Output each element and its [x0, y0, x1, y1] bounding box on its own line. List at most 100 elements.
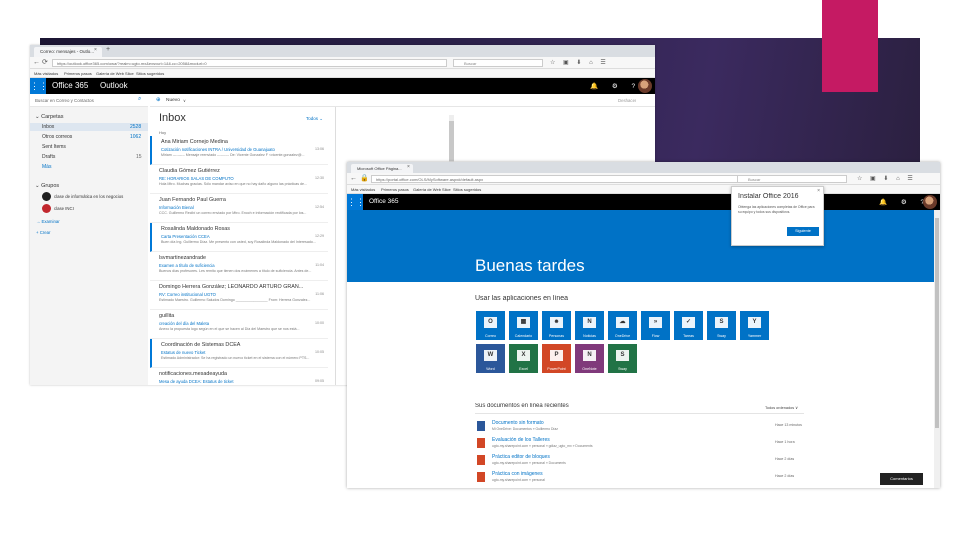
- app-icon: ☻: [550, 317, 563, 328]
- browser-search-field[interactable]: Buscar: [453, 59, 543, 67]
- bookmark-getting-started[interactable]: Primeros pasos: [64, 71, 92, 76]
- message-preview: Hola Mtro. Muchas gracias. Sólo mandar a…: [159, 182, 308, 186]
- back-icon[interactable]: ←: [350, 175, 357, 182]
- bookmark-web-slice[interactable]: Galería de Web Slice: [96, 71, 134, 76]
- slide: Correo: mensajes - Outlo... × + ← ⟳ http…: [0, 0, 960, 540]
- document-name[interactable]: Evaluación de los Talleres: [492, 437, 550, 443]
- app-tile-tareas[interactable]: ✓ Tareas: [674, 311, 703, 340]
- document-name[interactable]: Práctica editor de bloques: [492, 454, 550, 460]
- app-launcher-icon[interactable]: ⋮⋮: [30, 78, 48, 94]
- app-tile-sway[interactable]: S Sway: [707, 311, 736, 340]
- page-scrollbar[interactable]: [934, 210, 940, 488]
- search-icon[interactable]: ⌕: [138, 96, 141, 103]
- close-icon[interactable]: ×: [817, 188, 820, 194]
- folder-drafts[interactable]: Drafts: [42, 154, 55, 160]
- message-row[interactable]: notificaciones.mesadeayuda Mesa de ayuda …: [150, 368, 328, 385]
- groups-header[interactable]: ⌄ Grupos: [35, 183, 59, 189]
- avatar[interactable]: [923, 195, 937, 209]
- document-row[interactable]: Práctica editor de bloques ugto-my.sharep…: [475, 453, 805, 470]
- document-row[interactable]: Práctica con imágenes ugto-my.sharepoint.…: [475, 470, 805, 487]
- documents-sort-dropdown[interactable]: Todos ordenados ∨: [765, 405, 798, 410]
- document-row[interactable]: Evaluación de los Talleres ugto-my.sharep…: [475, 436, 805, 453]
- message-row[interactable]: guillita creación del día del Maleta Anexo…: [150, 310, 328, 339]
- folder-sent[interactable]: Sent Items: [42, 144, 66, 150]
- popup-next-button[interactable]: Siguiente: [787, 227, 819, 236]
- message-row[interactable]: Domingo Herrera González; LEONARDO ARTUR…: [150, 281, 328, 310]
- message-subject: Carta Presentación CCEA: [161, 234, 210, 239]
- header-icons[interactable]: 🔔 ⚙ ?: [590, 82, 641, 90]
- feedback-button[interactable]: Comentarios: [880, 473, 923, 485]
- create-group-link[interactable]: + Crear: [36, 230, 50, 235]
- address-bar[interactable]: https://outlook.office365.com/owa/?realm…: [52, 59, 447, 67]
- app-tile-powerpoint[interactable]: P PowerPoint: [542, 344, 571, 373]
- browser-search-field[interactable]: Buscar: [737, 175, 847, 183]
- mail-search-row[interactable]: Buscar en Correo y Contactos ⌕: [30, 94, 148, 107]
- new-dropdown-icon[interactable]: ∨: [183, 98, 186, 103]
- bookmark-web-slice[interactable]: Galería de Web Slice: [413, 187, 451, 192]
- message-row[interactable]: Claudia Gómez Gutiérrez RE: HORARIOS SALA…: [150, 165, 328, 194]
- message-row[interactable]: lsvmartinezandrade Examen a título de suf…: [150, 252, 328, 281]
- filter-dropdown[interactable]: Todos ⌄: [306, 116, 323, 122]
- tab-close-icon[interactable]: ×: [407, 164, 410, 170]
- document-date: Hace 1 hora: [775, 440, 795, 444]
- app-tile-correo[interactable]: O Correo: [476, 311, 505, 340]
- document-row[interactable]: Documento sin formato Mi OneDrive: Docume…: [475, 419, 805, 436]
- folder-inbox-count: 2528: [130, 124, 142, 130]
- new-tab-icon[interactable]: +: [106, 46, 110, 53]
- app-label: Excel: [519, 367, 528, 371]
- new-button[interactable]: Nuevo: [166, 98, 180, 103]
- app-tile-onedrive[interactable]: ☁ OneDrive: [608, 311, 637, 340]
- message-row[interactable]: Ana Miriam Cornejo Medina Cotización noti…: [150, 136, 328, 165]
- browser-tab-outlook[interactable]: Correo: mensajes - Outlo...: [34, 47, 102, 57]
- refresh-icon[interactable]: ⟳: [42, 59, 48, 66]
- office-portal-browser-window: Microsoft Office Página... × ← 🔒 https:/…: [347, 162, 940, 488]
- discover-groups-link[interactable]: → Examinar: [36, 219, 60, 224]
- document-name[interactable]: Práctica con imágenes: [492, 471, 543, 477]
- app-tile-personas[interactable]: ☻ Personas: [542, 311, 571, 340]
- group-item[interactable]: clase INCI: [54, 206, 74, 211]
- bookmark-suggested[interactable]: Sitios sugeridos: [136, 71, 164, 76]
- lock-icon: 🔒: [360, 175, 369, 182]
- bookmark-most-visited[interactable]: Más visitados: [34, 71, 58, 76]
- app-tile-sway[interactable]: S Sway: [608, 344, 637, 373]
- undo-button[interactable]: Deshacer: [618, 98, 636, 103]
- group-item[interactable]: clase de informática en los negocios: [54, 194, 123, 199]
- message-preview: Buenos días profesores. Les remito que t…: [159, 269, 312, 273]
- office365-brand[interactable]: Office 365: [369, 198, 399, 205]
- folders-header[interactable]: ⌄ Carpetas: [35, 114, 63, 120]
- outlook-app-name[interactable]: Outlook: [100, 81, 128, 90]
- mail-search-input[interactable]: Buscar en Correo y Contactos: [35, 98, 94, 103]
- back-icon[interactable]: ←: [33, 59, 40, 66]
- app-tile-noticias[interactable]: N Noticias: [575, 311, 604, 340]
- document-name[interactable]: Documento sin formato: [492, 420, 544, 426]
- section-header-today: Hoy: [159, 130, 167, 135]
- app-tile-calendario[interactable]: ▦ Calendario: [509, 311, 538, 340]
- browser-tab-portal[interactable]: Microsoft Office Página...: [351, 164, 413, 173]
- message-row[interactable]: Coordinación de Sistemas DCEA Estatus de …: [150, 339, 328, 368]
- tab-close-icon[interactable]: ×: [94, 47, 97, 53]
- app-icon: S: [715, 317, 728, 328]
- popup-title: Instalar Office 2016: [738, 193, 799, 200]
- app-launcher-icon[interactable]: ⋮⋮: [347, 194, 365, 210]
- app-tile-excel[interactable]: X Excel: [509, 344, 538, 373]
- bookmark-getting-started[interactable]: Primeros pasos: [381, 187, 409, 192]
- bookmark-most-visited[interactable]: Más visitados: [351, 187, 375, 192]
- avatar[interactable]: [638, 79, 652, 93]
- office365-brand[interactable]: Office 365: [52, 81, 88, 90]
- message-row[interactable]: Rosalinda Maldonado Rosas Carta Presentac…: [150, 223, 328, 252]
- toolbar-icons[interactable]: ☆ ▣ ⬇ ⌂ ☰: [550, 59, 609, 66]
- address-bar[interactable]: https://portal.office.com/OLS/MySoftware…: [371, 175, 751, 183]
- install-office-popup: × Instalar Office 2016 Obtenga las aplic…: [731, 186, 824, 246]
- message-row[interactable]: Juan Fernando Paul Guerra Información Bie…: [150, 194, 328, 223]
- app-tile-yammer[interactable]: Y Yammer: [740, 311, 769, 340]
- app-tile-word[interactable]: W Word: [476, 344, 505, 373]
- new-icon[interactable]: ⊕: [156, 97, 161, 103]
- bookmark-suggested[interactable]: Sitios sugeridos: [453, 187, 481, 192]
- tab-title: Microsoft Office Página...: [357, 166, 402, 171]
- app-tile-onenote[interactable]: N OneNote: [575, 344, 604, 373]
- folder-inbox[interactable]: Inbox: [42, 124, 54, 130]
- folder-other[interactable]: Otros correos: [42, 134, 72, 140]
- app-tile-flow[interactable]: » Flow: [641, 311, 670, 340]
- folder-more[interactable]: Más: [42, 164, 51, 170]
- toolbar-icons[interactable]: ☆ ▣ ⬇ ⌂ ☰: [857, 175, 916, 182]
